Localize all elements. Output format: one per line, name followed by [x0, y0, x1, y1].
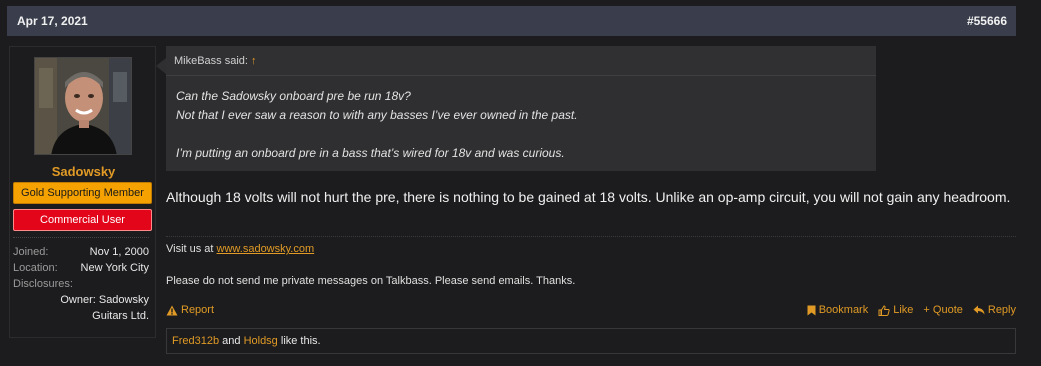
- joined-value: Nov 1, 2000: [89, 246, 149, 258]
- visit-prefix: Visit us at: [166, 243, 217, 255]
- disclosures-value-1: Owner: Sadowsky: [60, 294, 149, 306]
- reply-button[interactable]: Reply: [973, 304, 1016, 316]
- post-date[interactable]: Apr 17, 2021: [17, 14, 88, 28]
- avatar[interactable]: [34, 57, 132, 155]
- quote-button[interactable]: + Quote: [923, 304, 962, 316]
- like-user-2[interactable]: Holdsg: [244, 335, 278, 347]
- gold-supporting-member-badge: Gold Supporting Member: [13, 182, 152, 204]
- thumbs-up-icon: [878, 304, 890, 316]
- post-actions-right: Bookmark Like + Quote Reply: [807, 304, 1016, 316]
- signature-notice: Please do not send me private messages o…: [166, 275, 576, 287]
- bookmark-button[interactable]: Bookmark: [807, 304, 869, 316]
- likes-and: and: [219, 335, 244, 347]
- like-button[interactable]: Like: [878, 304, 913, 316]
- jump-to-quote-icon[interactable]: ↑: [251, 55, 257, 67]
- location-row: Location: New York City: [13, 260, 149, 276]
- likes-suffix: like this.: [277, 335, 321, 347]
- signature-line-1: Visit us at www.sadowsky.com: [166, 243, 1016, 255]
- post-number[interactable]: #55666: [967, 14, 1007, 28]
- username[interactable]: Sadowsky: [10, 164, 157, 179]
- report-label: Report: [181, 304, 215, 316]
- quote-header: MikeBass said: ↑: [166, 46, 876, 76]
- bookmark-icon: [807, 305, 816, 315]
- reply-label: Reply: [987, 304, 1016, 316]
- reply-icon: [973, 305, 985, 315]
- quote-body: Can the Sadowsky onboard pre be run 18v?…: [166, 76, 876, 163]
- warning-icon: [166, 305, 178, 315]
- quote-label: + Quote: [923, 304, 963, 316]
- joined-label: Joined:: [13, 246, 49, 258]
- message-pointer: [156, 58, 166, 74]
- location-value: New York City: [80, 262, 149, 274]
- avatar-image: [35, 58, 131, 154]
- post-actions: Report Bookmark Like + Quote Reply: [166, 302, 1016, 318]
- post-body: Although 18 volts will not hurt the pre,…: [166, 189, 1011, 205]
- location-label: Location:: [13, 262, 58, 274]
- signature: Visit us at www.sadowsky.com Please do n…: [166, 236, 1016, 287]
- post-header: Apr 17, 2021 #55666: [7, 6, 1016, 36]
- report-button[interactable]: Report: [166, 304, 214, 316]
- quote-author: MikeBass said:: [174, 54, 248, 67]
- website-link[interactable]: www.sadowsky.com: [217, 243, 315, 255]
- joined-row: Joined: Nov 1, 2000: [13, 244, 149, 260]
- disclosures-row: Disclosures:: [13, 276, 149, 292]
- quote-line-2: Not that I ever saw a reason to with any…: [176, 108, 578, 122]
- disclosures-value-2: Guitars Ltd.: [92, 310, 149, 322]
- user-panel: Sadowsky Gold Supporting Member Commerci…: [9, 46, 156, 338]
- disclosures-label: Disclosures:: [13, 278, 73, 290]
- bookmark-label: Bookmark: [818, 304, 869, 316]
- quote-line-3: I’m putting an onboard pre in a bass tha…: [176, 146, 565, 160]
- user-info: Joined: Nov 1, 2000 Location: New York C…: [13, 237, 149, 324]
- like-label: Like: [893, 304, 914, 316]
- quote-block: MikeBass said: ↑ Can the Sadowsky onboar…: [166, 46, 876, 171]
- likes-bar: Fred312b and Holdsg like this.: [166, 328, 1016, 354]
- like-user-1[interactable]: Fred312b: [172, 335, 219, 347]
- quote-line-1: Can the Sadowsky onboard pre be run 18v?: [176, 89, 411, 103]
- commercial-user-badge: Commercial User: [13, 209, 152, 231]
